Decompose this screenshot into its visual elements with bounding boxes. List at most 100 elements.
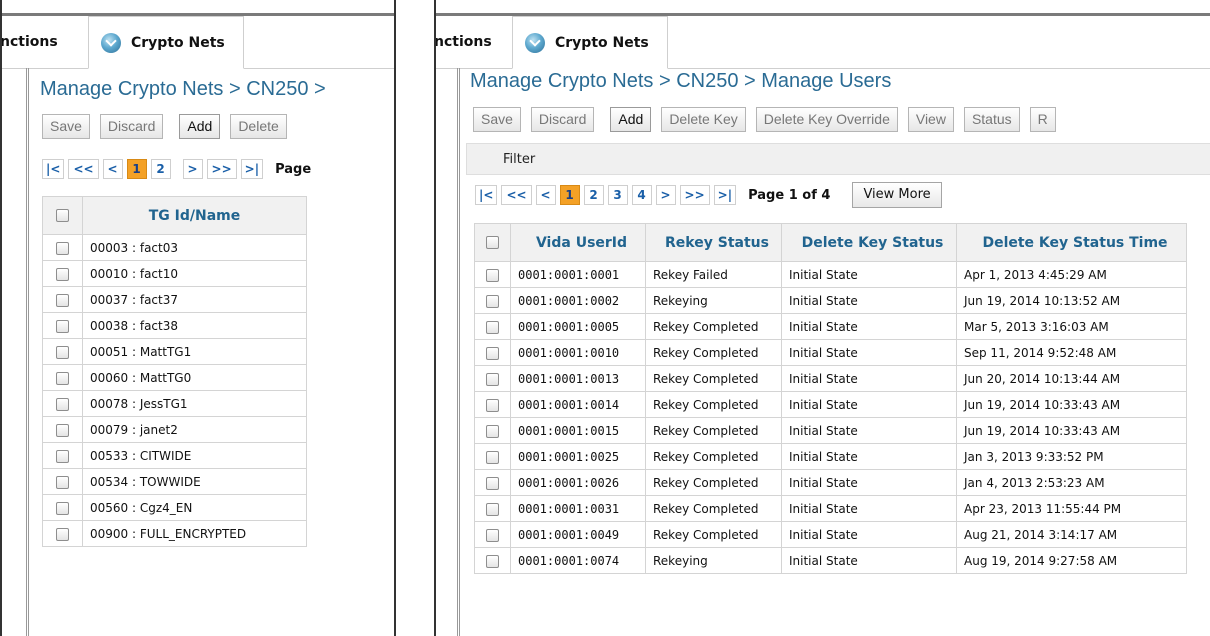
save-button[interactable]: Save — [42, 114, 90, 139]
add-button[interactable]: Add — [610, 107, 652, 132]
tab-crypto-nets[interactable]: Crypto Nets — [88, 16, 244, 69]
row-checkbox[interactable] — [56, 345, 69, 359]
column-header-vida-userid[interactable]: Vida UserId — [510, 223, 646, 262]
next-group-button[interactable]: >> — [679, 185, 710, 205]
last-page-button[interactable]: >| — [713, 185, 737, 205]
table-row[interactable]: 00078 : JessTG1 — [42, 390, 307, 417]
table-row[interactable]: 00003 : fact03 — [42, 234, 307, 261]
last-page-button[interactable]: >| — [240, 159, 264, 179]
next-page-button[interactable]: > — [655, 185, 676, 205]
tg-id-name-cell: 00010 : fact10 — [82, 260, 307, 287]
table-row[interactable]: 0001:0001:0014 Rekey Completed Initial Sta… — [474, 391, 1187, 418]
page-2-button[interactable]: 2 — [583, 185, 604, 205]
table-row[interactable]: 0001:0001:0010 Rekey Completed Initial Sta… — [474, 339, 1187, 366]
tg-id-name-cell: 00078 : JessTG1 — [82, 390, 307, 417]
delete-key-override-button[interactable]: Delete Key Override — [755, 107, 898, 132]
column-header-delete-key-status[interactable]: Delete Key Status — [781, 223, 957, 262]
table-row[interactable]: 0001:0001:0005 Rekey Completed Initial Sta… — [474, 313, 1187, 340]
tab-functions[interactable]: nctions — [2, 16, 58, 68]
previous-group-button[interactable]: << — [501, 185, 532, 205]
row-checkbox[interactable] — [486, 320, 499, 334]
row-checkbox[interactable] — [56, 527, 69, 541]
row-checkbox[interactable] — [486, 476, 499, 490]
tab-functions[interactable]: nctions — [436, 16, 492, 68]
talkgroup-table: TG Id/Name 00003 : fact03 00010 : fact10 0… — [42, 196, 307, 547]
row-checkbox[interactable] — [56, 397, 69, 411]
select-all-checkbox[interactable] — [56, 209, 69, 222]
row-checkbox[interactable] — [486, 528, 499, 542]
row-checkbox[interactable] — [486, 294, 499, 308]
status-button[interactable]: Status — [963, 107, 1020, 132]
save-button[interactable]: Save — [473, 107, 521, 132]
column-header-rekey-status[interactable]: Rekey Status — [645, 223, 782, 262]
next-page-button[interactable]: > — [182, 159, 203, 179]
delete-key-status-cell: Initial State — [781, 287, 957, 314]
view-more-button[interactable]: View More — [852, 182, 942, 208]
page-3-button[interactable]: 3 — [607, 185, 628, 205]
page-1-button[interactable]: 1 — [126, 159, 147, 179]
row-checkbox[interactable] — [486, 502, 499, 516]
row-checkbox[interactable] — [486, 398, 499, 412]
discard-button[interactable]: Discard — [530, 107, 595, 132]
table-row[interactable]: 0001:0001:0002 Rekeying Initial State Jun 1… — [474, 287, 1187, 314]
row-checkbox[interactable] — [486, 346, 499, 360]
row-select-cell — [42, 312, 83, 339]
table-row[interactable]: 0001:0001:0031 Rekey Completed Initial Sta… — [474, 495, 1187, 522]
table-row[interactable]: 00079 : janet2 — [42, 416, 307, 443]
row-checkbox[interactable] — [56, 423, 69, 437]
page-1-button[interactable]: 1 — [559, 185, 580, 205]
column-header-delete-key-status-time[interactable]: Delete Key Status Time — [956, 223, 1187, 262]
page-4-button[interactable]: 4 — [631, 185, 652, 205]
page-2-button[interactable]: 2 — [150, 159, 171, 179]
overflow-button[interactable]: R — [1029, 107, 1056, 132]
row-checkbox[interactable] — [486, 424, 499, 438]
tab-crypto-nets[interactable]: Crypto Nets — [512, 16, 668, 69]
table-row[interactable]: 0001:0001:0074 Rekeying Initial State Aug 1… — [474, 547, 1187, 574]
add-button[interactable]: Add — [179, 114, 221, 139]
row-checkbox[interactable] — [486, 450, 499, 464]
row-checkbox[interactable] — [56, 293, 69, 307]
column-header-tg-id-name[interactable]: TG Id/Name — [82, 196, 307, 235]
discard-button[interactable]: Discard — [99, 114, 164, 139]
table-row[interactable]: 0001:0001:0001 Rekey Failed Initial State A… — [474, 261, 1187, 288]
table-row[interactable]: 0001:0001:0015 Rekey Completed Initial Sta… — [474, 417, 1187, 444]
row-checkbox[interactable] — [486, 554, 499, 568]
table-row[interactable]: 00037 : fact37 — [42, 286, 307, 313]
delete-key-status-cell: Initial State — [781, 495, 957, 522]
row-checkbox[interactable] — [56, 449, 69, 463]
previous-page-button[interactable]: < — [535, 185, 556, 205]
table-row[interactable]: 0001:0001:0025 Rekey Completed Initial Sta… — [474, 443, 1187, 470]
tg-id-name-cell: 00534 : TOWWIDE — [82, 468, 307, 495]
table-row[interactable]: 00900 : FULL_ENCRYPTED — [42, 520, 307, 547]
view-button[interactable]: View — [907, 107, 954, 132]
table-row[interactable]: 0001:0001:0013 Rekey Completed Initial Sta… — [474, 365, 1187, 392]
table-row[interactable]: 00038 : fact38 — [42, 312, 307, 339]
next-group-button[interactable]: >> — [206, 159, 237, 179]
first-page-button[interactable]: |< — [475, 185, 498, 205]
row-checkbox[interactable] — [56, 267, 69, 281]
row-checkbox[interactable] — [56, 319, 69, 333]
row-checkbox[interactable] — [56, 475, 69, 489]
row-checkbox[interactable] — [56, 371, 69, 385]
table-row[interactable]: 00560 : Cgz4_EN — [42, 494, 307, 521]
delete-key-button[interactable]: Delete Key — [661, 107, 746, 132]
table-row[interactable]: 00060 : MattTG0 — [42, 364, 307, 391]
tg-id-name-cell: 00060 : MattTG0 — [82, 364, 307, 391]
previous-group-button[interactable]: << — [68, 159, 99, 179]
table-row[interactable]: 00534 : TOWWIDE — [42, 468, 307, 495]
first-page-button[interactable]: |< — [42, 159, 65, 179]
delete-button[interactable]: Delete — [230, 114, 287, 139]
previous-page-button[interactable]: < — [102, 159, 123, 179]
rekey-status-cell: Rekey Completed — [645, 521, 782, 548]
table-row[interactable]: 0001:0001:0049 Rekey Completed Initial Sta… — [474, 521, 1187, 548]
row-checkbox[interactable] — [56, 241, 69, 255]
table-row[interactable]: 0001:0001:0026 Rekey Completed Initial Sta… — [474, 469, 1187, 496]
row-checkbox[interactable] — [486, 372, 499, 386]
table-row[interactable]: 00533 : CITWIDE — [42, 442, 307, 469]
select-all-checkbox[interactable] — [486, 236, 499, 249]
table-row[interactable]: 00010 : fact10 — [42, 260, 307, 287]
table-row[interactable]: 00051 : MattTG1 — [42, 338, 307, 365]
row-checkbox[interactable] — [56, 501, 69, 515]
row-checkbox[interactable] — [486, 268, 499, 282]
filter-bar[interactable]: Filter — [466, 143, 1210, 175]
